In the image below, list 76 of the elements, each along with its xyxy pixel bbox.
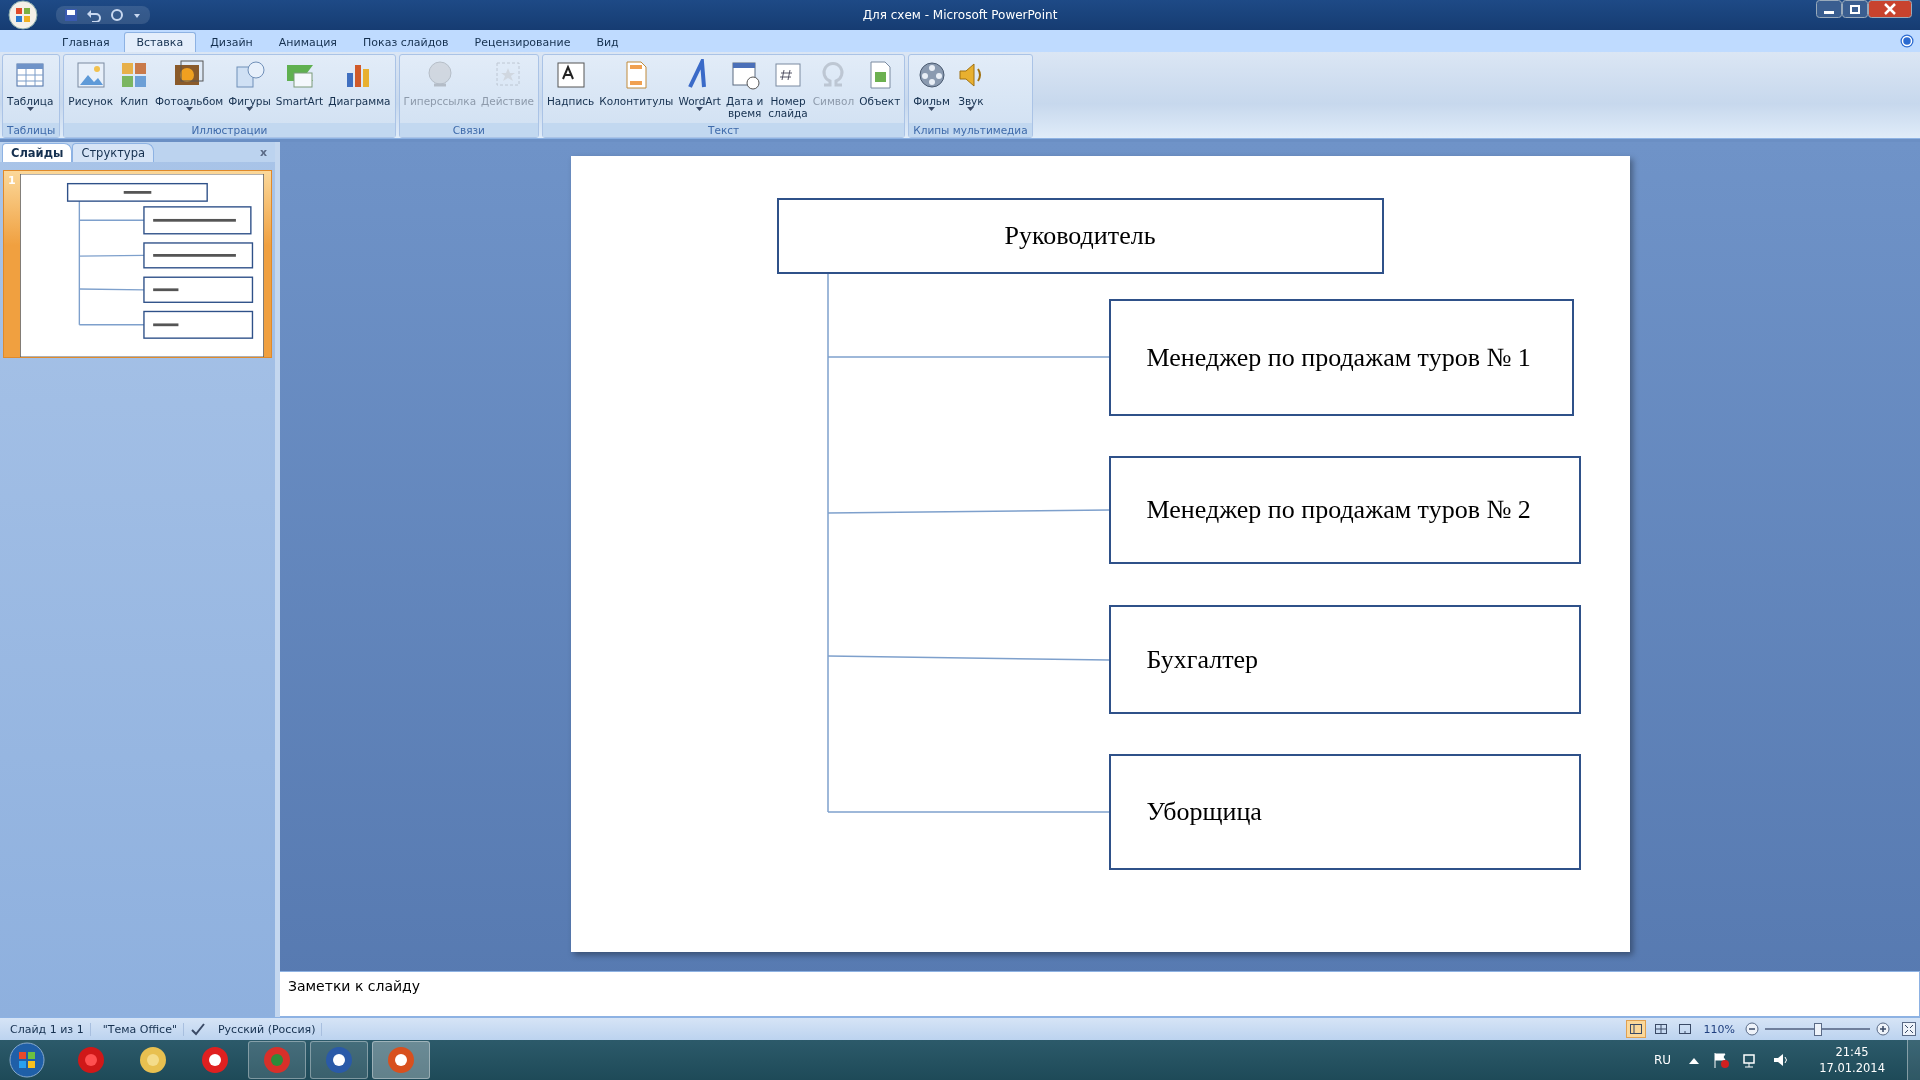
ribbon-tab[interactable]: Вставка [123, 32, 197, 52]
group-label: Иллюстрации [64, 123, 395, 137]
dropdown-arrow-icon [185, 107, 193, 112]
restore-icon[interactable] [1842, 0, 1868, 18]
notes-field[interactable]: Заметки к слайду [280, 971, 1920, 1017]
theme-name: "Тема Office" [96, 1022, 184, 1036]
zoom-level[interactable]: 110% [1703, 1022, 1735, 1036]
undo-icon[interactable] [86, 8, 102, 22]
ribbon-button[interactable]: Диаграмма [326, 57, 393, 123]
dropdown-arrow-icon [928, 107, 936, 112]
speaker-icon[interactable] [1773, 1052, 1790, 1068]
spellcheck-icon[interactable] [189, 1022, 206, 1036]
dropdown-arrow-icon [696, 107, 704, 112]
org-chart-box: Менеджер по продажам туров № 2 [1108, 456, 1581, 564]
ribbon-tab[interactable]: Рецензирование [462, 33, 583, 52]
ribbon-button[interactable]: Дата и время [724, 57, 766, 123]
text-box-icon [554, 59, 587, 91]
ribbon-button[interactable]: Фигуры [226, 57, 273, 123]
ribbon-button[interactable]: Фотоальбом [153, 57, 226, 123]
view-button[interactable] [1625, 1020, 1646, 1038]
help-icon[interactable] [1900, 34, 1914, 48]
close-icon[interactable] [1868, 0, 1912, 18]
ribbon-button[interactable]: Колонтитулы [597, 57, 676, 123]
slide-counter: Слайд 1 из 1 [4, 1022, 91, 1036]
group-label: Связи [399, 123, 538, 137]
ribbon-button[interactable]: SmartArt [273, 57, 326, 123]
window-title: Для схем - Microsoft PowerPoint [862, 8, 1058, 22]
show-hidden-icons-icon[interactable] [1689, 1056, 1700, 1064]
ribbon-button[interactable]: Рисунок [66, 57, 116, 123]
zoom-out-icon[interactable] [1745, 1022, 1759, 1036]
org-chart-box: Менеджер по продажам туров № 1 [1108, 299, 1574, 416]
dropdown-arrow-icon [26, 107, 34, 112]
save-icon[interactable] [64, 8, 78, 22]
ribbon-tab[interactable]: Вид [584, 33, 631, 52]
ribbon-button[interactable]: Звук [952, 57, 989, 123]
clock-date[interactable]: 17.01.2014 [1819, 1061, 1885, 1075]
panel-tab[interactable]: Слайды [2, 143, 73, 162]
ribbon-button[interactable]: WordArt [676, 57, 723, 123]
dropdown-arrow-icon [246, 107, 254, 112]
language-indicator[interactable]: Русский (Россия) [211, 1022, 323, 1036]
zoom-in-icon[interactable] [1876, 1022, 1890, 1036]
org-chart-box: Руководитель [776, 198, 1384, 274]
org-chart-box: Уборщица [1108, 754, 1581, 870]
ribbon-button[interactable]: Объект [857, 57, 903, 123]
group-label: Текст [542, 123, 905, 137]
office-button[interactable] [6, 0, 40, 30]
flag-icon[interactable] [1713, 1052, 1730, 1068]
close-button[interactable]: x [259, 145, 267, 159]
taskbar-app-button[interactable] [310, 1041, 368, 1079]
slide-number: 1 [8, 174, 16, 189]
slide-sorter-icon [1654, 1024, 1667, 1034]
ribbon-button[interactable]: Фильм [911, 57, 952, 123]
slideshow-icon [1678, 1024, 1691, 1034]
ribbon-button[interactable]: Надпись [544, 57, 597, 123]
zoom-slider-thumb[interactable] [1813, 1022, 1822, 1036]
minimize-icon[interactable] [1816, 0, 1842, 18]
group-label: Клипы мультимедиа [909, 123, 1032, 137]
dropdown-arrow-icon [967, 107, 975, 112]
group-label: Таблицы [3, 123, 60, 137]
ribbon-button[interactable]: Номер слайда [766, 57, 810, 123]
ribbon-tab[interactable]: Главная [50, 33, 122, 52]
ribbon-button[interactable]: Клип [116, 57, 153, 123]
ribbon-tab[interactable]: Показ слайдов [351, 33, 461, 52]
org-chart-box: Бухгалтер [1108, 605, 1581, 714]
keyboard-language[interactable]: RU [1654, 1053, 1672, 1067]
ribbon-button[interactable]: Таблица [5, 57, 56, 123]
picture-icon [74, 59, 107, 91]
taskbar-app-button[interactable] [372, 1041, 430, 1079]
shapes-icon [233, 59, 266, 91]
ribbon-tab[interactable]: Анимация [266, 33, 349, 52]
panel-tab[interactable]: Структура [72, 143, 154, 162]
ribbon-tab[interactable]: Дизайн [198, 33, 265, 52]
clock-time[interactable]: 21:45 [1835, 1045, 1869, 1059]
normal-view-icon [1629, 1024, 1642, 1034]
fit-to-window-icon[interactable] [1902, 1022, 1916, 1036]
start-button[interactable] [8, 1041, 46, 1079]
